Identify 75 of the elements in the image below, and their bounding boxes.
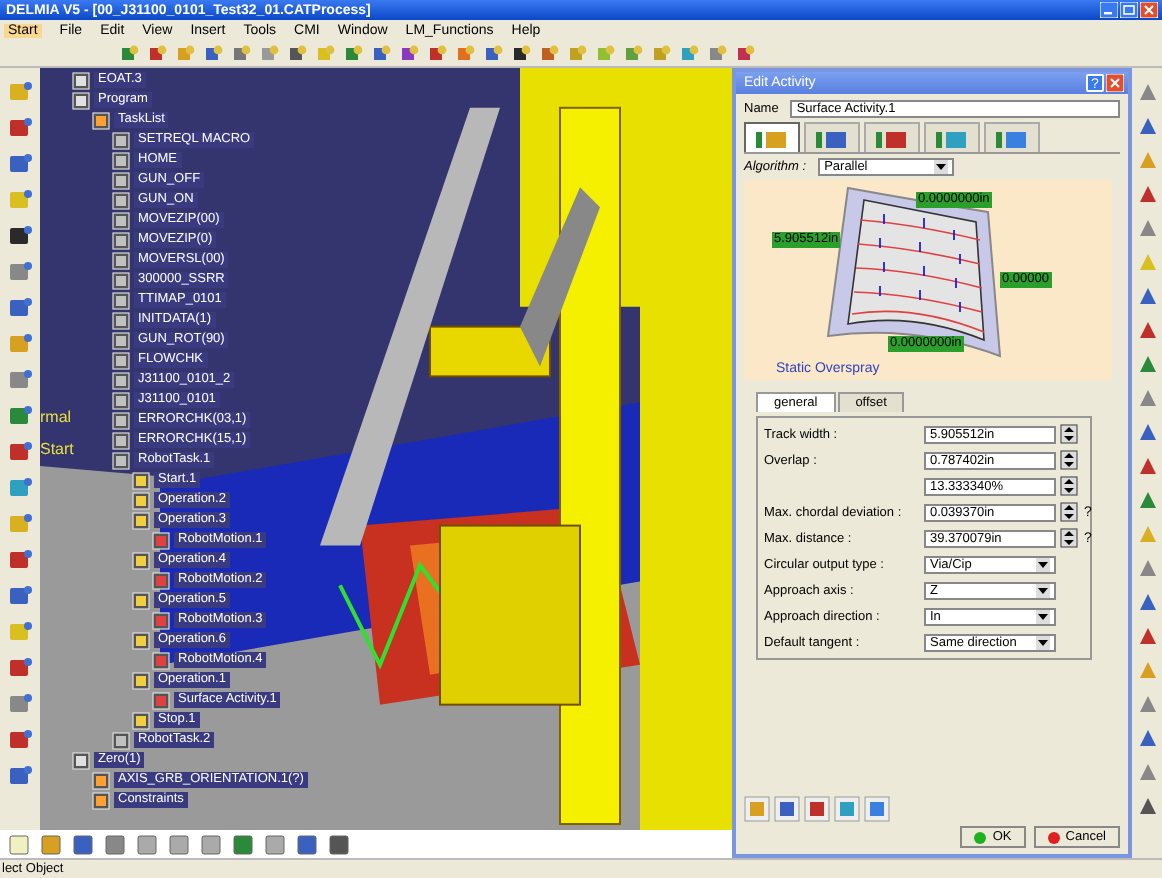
- caret-icon: [1036, 583, 1050, 597]
- tool-icon[interactable]: [232, 833, 254, 855]
- annotation-label: Start: [40, 440, 74, 458]
- tab-icon: [994, 127, 1030, 149]
- tab-icon: [874, 127, 910, 149]
- ok-icon: [974, 831, 987, 843]
- activity-tab[interactable]: [984, 122, 1040, 152]
- caret-icon: [934, 160, 949, 174]
- node-icon: [112, 431, 130, 449]
- node-icon: [152, 651, 170, 669]
- node-icon: [72, 751, 90, 769]
- node-icon: [132, 711, 150, 729]
- node-icon: [112, 291, 130, 309]
- close-icon[interactable]: [1140, 2, 1158, 18]
- node-icon: [152, 571, 170, 589]
- node-icon: [152, 611, 170, 629]
- node-icon: [112, 191, 130, 209]
- node-icon: [112, 451, 130, 469]
- tool-icon[interactable]: [288, 43, 308, 63]
- node-icon: [112, 131, 130, 149]
- node-icon: [112, 251, 130, 269]
- cancel-icon: [1047, 831, 1060, 843]
- node-icon: [112, 311, 130, 329]
- node-icon: [112, 371, 130, 389]
- restore-icon[interactable]: [1120, 2, 1138, 18]
- spinner-icon[interactable]: [1060, 528, 1078, 548]
- node-icon: [112, 391, 130, 409]
- node-icon: [132, 591, 150, 609]
- node-icon: [132, 671, 150, 689]
- node-icon: [152, 691, 170, 709]
- tool-icon[interactable]: [1135, 794, 1159, 818]
- activity-tab[interactable]: [804, 122, 860, 152]
- caret-icon: [1036, 557, 1050, 571]
- node-icon: [112, 171, 130, 189]
- node-icon: [112, 231, 130, 249]
- node-icon: [72, 71, 90, 89]
- node-icon: [132, 491, 150, 509]
- node-icon: [92, 791, 110, 809]
- spinner-icon[interactable]: [1060, 476, 1078, 496]
- node-icon: [112, 411, 130, 429]
- node-icon: [132, 511, 150, 529]
- node-icon: [112, 211, 130, 229]
- spinner-icon[interactable]: [1060, 424, 1078, 444]
- node-icon: [72, 91, 90, 109]
- tab-icon: [934, 127, 970, 149]
- tab-icon: [754, 127, 790, 149]
- tool-icon[interactable]: [328, 833, 350, 855]
- tool-icon[interactable]: [72, 833, 94, 855]
- node-icon: [132, 471, 150, 489]
- node-icon: [92, 111, 110, 129]
- spinner-icon[interactable]: [1060, 450, 1078, 470]
- caret-icon: [1036, 609, 1050, 623]
- node-icon: [112, 271, 130, 289]
- tool-icon[interactable]: [400, 43, 420, 63]
- node-icon: [132, 631, 150, 649]
- node-icon: [112, 331, 130, 349]
- node-icon: [112, 151, 130, 169]
- tool-icon[interactable]: [296, 833, 318, 855]
- tool-icon[interactable]: [7, 224, 33, 248]
- node-icon: [152, 531, 170, 549]
- node-icon: [112, 351, 130, 369]
- activity-tab[interactable]: [744, 122, 800, 152]
- activity-tab[interactable]: [864, 122, 920, 152]
- activity-tab[interactable]: [924, 122, 980, 152]
- annotation-label: rmal: [40, 408, 72, 426]
- node-icon: [92, 771, 110, 789]
- node-icon: [112, 731, 130, 749]
- caret-icon: [1036, 635, 1050, 649]
- tool-icon[interactable]: [774, 796, 800, 822]
- node-icon: [132, 551, 150, 569]
- close-icon[interactable]: [1106, 74, 1124, 92]
- tool-icon[interactable]: [512, 43, 532, 63]
- tab-icon: [814, 127, 850, 149]
- minimize-icon[interactable]: [1100, 2, 1118, 18]
- spinner-icon[interactable]: [1060, 502, 1078, 522]
